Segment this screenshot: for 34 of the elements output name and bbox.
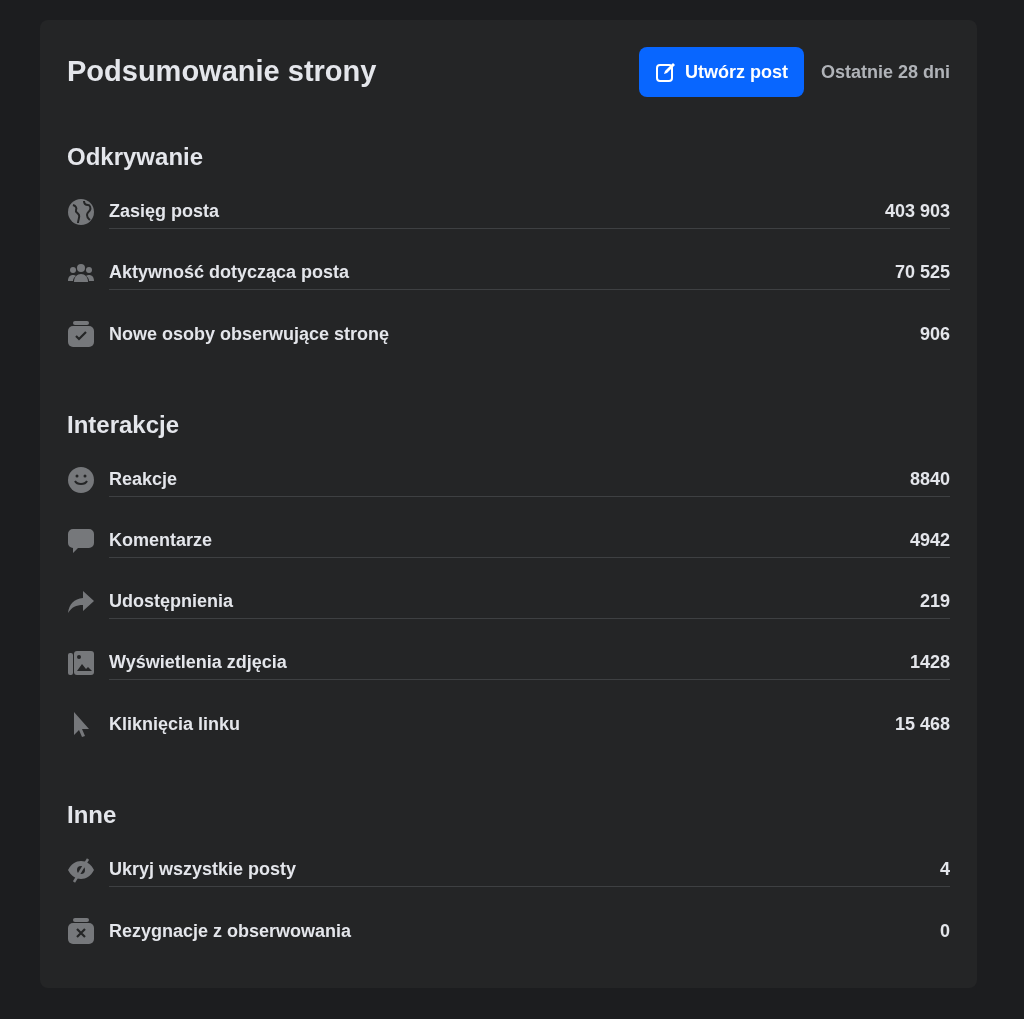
metric-value: 219: [919, 590, 950, 613]
comment-icon: [67, 527, 95, 555]
metric-label: Udostępnienia: [109, 590, 233, 613]
metric-value: 70 525: [894, 261, 950, 284]
metric-label: Aktywność dotycząca posta: [109, 261, 350, 284]
metric-value: 8840: [909, 468, 950, 491]
metric-label: Reakcje: [109, 468, 178, 491]
metric-value: 0: [940, 919, 950, 943]
section-heading: Inne: [67, 801, 118, 829]
metric-value: 403 903: [884, 200, 950, 223]
photos-icon: [67, 649, 95, 677]
checked-box-icon: [67, 320, 95, 348]
create-post-button[interactable]: Utwórz post: [638, 47, 804, 97]
metric-value: 15 468: [894, 712, 950, 736]
metric-label: Zasięg posta: [109, 200, 220, 223]
period-label: Ostatnie 28 dni: [820, 60, 950, 84]
metric-label: Kliknięcia linku: [109, 712, 241, 736]
section-heading: Odkrywanie: [67, 143, 205, 171]
edit-icon: [654, 61, 677, 83]
smiley-icon: [67, 466, 95, 494]
metric-label: Rezygnacje z obserwowania: [109, 919, 352, 943]
globe-icon: [67, 198, 95, 226]
crossed-box-icon: [67, 917, 95, 945]
metric-label: Nowe osoby obserwujące stronę: [109, 322, 390, 346]
metric-value: 1428: [909, 651, 950, 674]
metric-label: Ukryj wszystkie posty: [109, 858, 297, 881]
metric-value: 4: [940, 858, 950, 881]
metric-value: 906: [919, 322, 950, 346]
section-heading: Interakcje: [67, 411, 181, 439]
metric-label: Komentarze: [109, 529, 213, 552]
eye-off-icon: [67, 856, 95, 884]
metric-value: 4942: [909, 529, 950, 552]
metric-label: Wyświetlenia zdjęcia: [109, 651, 287, 674]
page-title: Podsumowanie strony: [67, 54, 378, 90]
